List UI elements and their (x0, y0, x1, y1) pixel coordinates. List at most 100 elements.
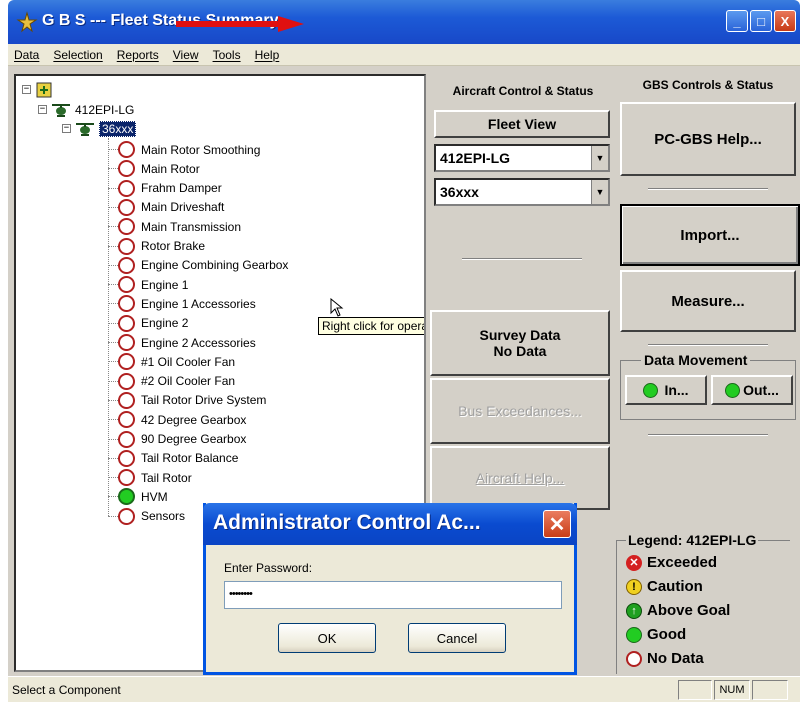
component-label: 42 Degree Gearbox (141, 412, 247, 427)
aircraft-select[interactable]: 36xxx ▼ (434, 178, 610, 206)
measure-button[interactable]: Measure... (620, 270, 796, 332)
tree-aircraft-node[interactable]: − 36xxx (62, 119, 137, 138)
collapse-icon[interactable]: − (22, 85, 31, 94)
good-status-icon (118, 488, 135, 506)
tree-connector (108, 322, 118, 324)
collapse-icon[interactable]: − (38, 105, 47, 114)
gbs-control-panel: GBS Controls & Status PC-GBS Help... Imp… (620, 74, 800, 436)
no-data-status-icon (118, 334, 135, 351)
component-label: Engine 1 Accessories (141, 296, 256, 311)
green-status-icon (725, 382, 741, 398)
component-tree-item[interactable]: Main Driveshaft (118, 198, 224, 217)
component-tree-item[interactable]: Tail Rotor (118, 468, 192, 487)
app-logo-icon (16, 11, 38, 33)
menu-tools[interactable]: Tools (213, 48, 241, 62)
component-tree-item[interactable]: Frahm Damper (118, 179, 222, 198)
component-label: Main Driveshaft (141, 200, 225, 215)
component-tree-item[interactable]: Engine 2 Accessories (118, 333, 256, 352)
red-arrow-annotation (176, 16, 304, 32)
aircraft-node-label[interactable]: 36xxx (99, 120, 137, 137)
data-out-button[interactable]: Out... (711, 375, 793, 405)
component-tree-item[interactable]: Rotor Brake (118, 237, 205, 256)
bus-exceedances-button[interactable]: Bus Exceedances... (430, 378, 610, 444)
collapse-icon[interactable]: − (62, 124, 71, 133)
menu-data[interactable]: Data (14, 48, 39, 62)
tooltip: Right click for operations. (318, 317, 424, 335)
legend-caution-label: Caution (647, 578, 703, 595)
component-label: Engine 2 Accessories (141, 335, 256, 350)
component-label: HVM (141, 489, 168, 504)
component-label: Tail Rotor (141, 470, 192, 485)
component-tree-item[interactable]: HVM (118, 487, 168, 506)
component-tree-item[interactable]: Tail Rotor Balance (118, 449, 238, 468)
dialog-close-icon[interactable]: ✕ (543, 510, 571, 538)
helicopter-icon (52, 103, 70, 117)
dropdown-arrow-icon[interactable]: ▼ (591, 146, 608, 170)
no-data-status-icon (118, 430, 135, 448)
component-tree-item[interactable]: #2 Oil Cooler Fan (118, 372, 235, 391)
fleet-select-value: 412EPI-LG (440, 150, 511, 166)
menu-view[interactable]: View (173, 48, 199, 62)
dialog-title: Administrator Control Ac... (213, 511, 481, 534)
legend-above-goal-label: Above Goal (647, 602, 731, 619)
component-tree-item[interactable]: Engine 2 (118, 314, 188, 333)
component-tree-item[interactable]: Engine Combining Gearbox (118, 256, 288, 275)
fleet-select[interactable]: 412EPI-LG ▼ (434, 144, 610, 172)
component-tree-item[interactable]: Tail Rotor Drive System (118, 391, 266, 410)
menu-reports[interactable]: Reports (117, 48, 159, 62)
tree-connector (108, 303, 118, 305)
pcgbs-help-button[interactable]: PC-GBS Help... (620, 102, 796, 176)
separator (462, 258, 582, 260)
tree-root[interactable]: − (22, 80, 53, 99)
data-out-label: Out... (743, 382, 779, 398)
aircraft-help-button[interactable]: Aircraft Help... (430, 446, 610, 510)
cancel-button[interactable]: Cancel (408, 623, 506, 653)
separator (648, 434, 768, 436)
tree-connector (108, 399, 118, 401)
tree-connector (108, 457, 118, 459)
component-tree-item[interactable]: Main Transmission (118, 217, 241, 236)
component-tree-item[interactable]: Main Rotor Smoothing (118, 140, 260, 159)
legend-good: Good (626, 626, 686, 643)
ok-button[interactable]: OK (278, 623, 376, 653)
above-goal-icon: ↑ (626, 602, 642, 619)
import-button[interactable]: Import... (620, 204, 800, 266)
no-data-status-icon (118, 198, 135, 216)
menu-help[interactable]: Help (255, 48, 280, 62)
component-label: Main Transmission (141, 219, 242, 234)
good-icon (626, 626, 642, 643)
component-tree-item[interactable]: Sensors (118, 507, 185, 526)
tree-connector (108, 496, 118, 498)
no-data-status-icon (118, 160, 135, 178)
close-button[interactable]: X (774, 10, 796, 32)
dropdown-arrow-icon[interactable]: ▼ (591, 180, 608, 204)
component-label: #1 Oil Cooler Fan (141, 354, 236, 369)
legend: Legend: 412EPI-LG ✕ Exceeded ! Caution ↑… (616, 532, 794, 674)
minimize-button[interactable]: _ (726, 10, 748, 32)
legend-title: Legend: 412EPI-LG (626, 532, 759, 548)
exceeded-icon: ✕ (626, 554, 642, 571)
no-data-status-icon (118, 372, 135, 390)
fleet-view-button[interactable]: Fleet View (434, 110, 610, 138)
fleet-node-label[interactable]: 412EPI-LG (75, 103, 134, 117)
password-input[interactable]: •••••••• (224, 581, 562, 609)
component-tree-item[interactable]: #1 Oil Cooler Fan (118, 352, 235, 371)
data-movement-group: Data Movement In... Out... (620, 352, 796, 420)
component-tree-item[interactable]: Engine 1 (118, 275, 188, 294)
no-data-status-icon (118, 276, 135, 294)
legend-exceeded-label: Exceeded (647, 554, 718, 571)
maximize-button[interactable]: □ (750, 10, 772, 32)
component-tree-item[interactable]: Engine 1 Accessories (118, 294, 256, 313)
survey-data-button[interactable]: Survey Data No Data (430, 310, 610, 376)
component-label: Frahm Damper (141, 181, 222, 196)
tree-connector (108, 206, 118, 208)
menu-selection[interactable]: Selection (53, 48, 102, 62)
component-tree-item[interactable]: 90 Degree Gearbox (118, 430, 246, 449)
tree-fleet-node[interactable]: − 412EPI-LG (38, 100, 134, 119)
data-in-button[interactable]: In... (625, 375, 707, 405)
legend-exceeded: ✕ Exceeded (626, 554, 717, 571)
status-panel (678, 680, 712, 700)
component-tree-item[interactable]: Main Rotor (118, 159, 200, 178)
status-text: Select a Component (12, 683, 121, 697)
component-tree-item[interactable]: 42 Degree Gearbox (118, 410, 246, 429)
